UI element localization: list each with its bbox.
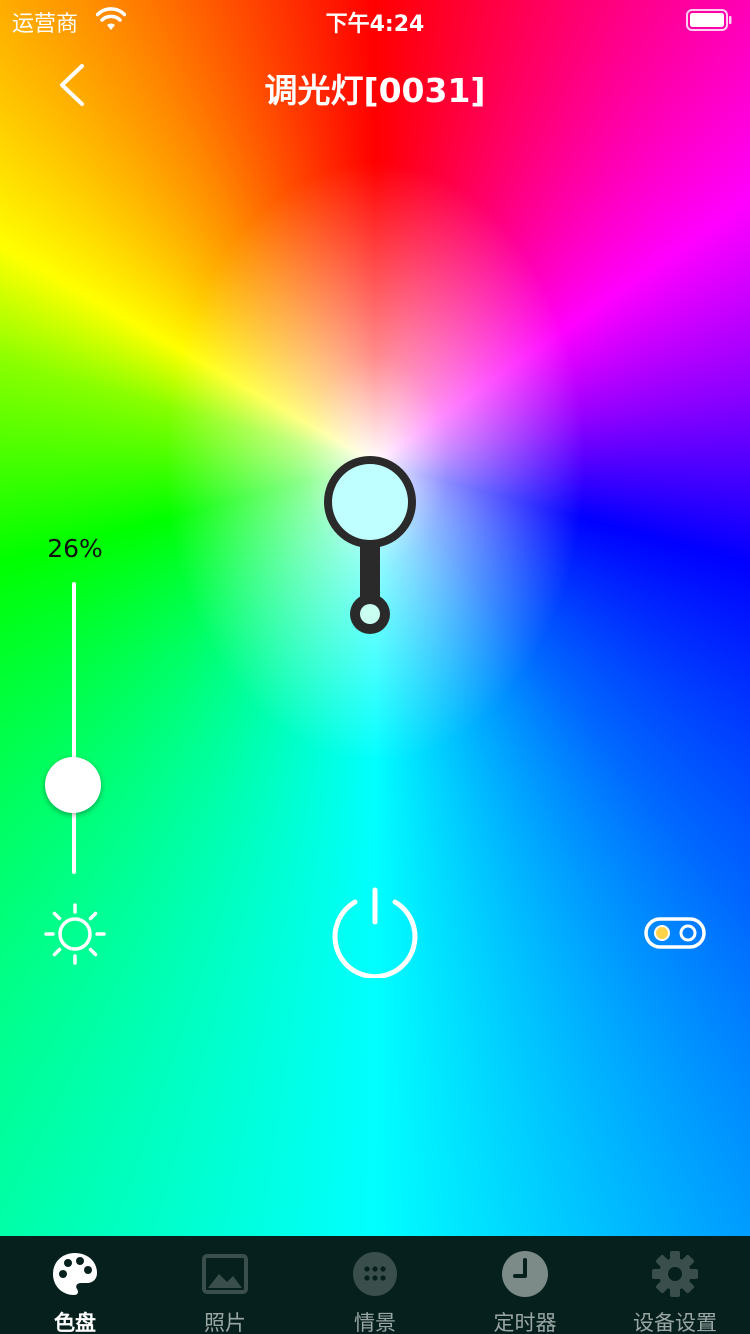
gear-icon: [652, 1251, 698, 1297]
photo-icon: [202, 1254, 248, 1294]
tab-palette-label: 色盘: [54, 1311, 96, 1334]
tab-scenes[interactable]: 情景: [300, 1236, 450, 1334]
scenes-dots-icon: [353, 1252, 397, 1296]
brightness-slider-thumb[interactable]: [45, 757, 101, 813]
brightness-slider-track[interactable]: [72, 582, 76, 874]
tab-photo-label: 照片: [204, 1311, 246, 1334]
tab-photo[interactable]: 照片: [150, 1236, 300, 1334]
tab-device-settings[interactable]: 设备设置: [600, 1236, 750, 1334]
page-title: 调光灯[0031]: [264, 71, 486, 110]
brightness-value: 26%: [47, 534, 103, 563]
status-bar: 运营商 下午4:24: [0, 0, 750, 40]
battery-icon: [686, 9, 732, 31]
brightness-sun-icon[interactable]: [44, 903, 106, 965]
tab-timer-label: 定时器: [493, 1311, 557, 1334]
tab-palette[interactable]: 色盘: [0, 1236, 150, 1334]
tab-bar: 色盘 照片 情景 定时器 设备设置: [0, 1236, 750, 1334]
color-picker-handle[interactable]: [318, 450, 422, 634]
status-time: 下午4:24: [325, 12, 425, 37]
palette-icon: [53, 1253, 97, 1295]
color-wheel-screen: 运营商 下午4:24 调光灯[0031] 26% 色盘 照片 情景 定时器 设备…: [0, 0, 750, 1334]
tab-scenes-label: 情景: [354, 1311, 396, 1334]
mode-toggle-icon[interactable]: [644, 917, 706, 949]
clock-icon: [502, 1251, 548, 1297]
nav-bar: 调光灯[0031]: [0, 50, 750, 120]
tab-timer[interactable]: 定时器: [450, 1236, 600, 1334]
tab-device-settings-label: 设备设置: [633, 1311, 717, 1334]
power-button-icon[interactable]: [330, 886, 420, 978]
